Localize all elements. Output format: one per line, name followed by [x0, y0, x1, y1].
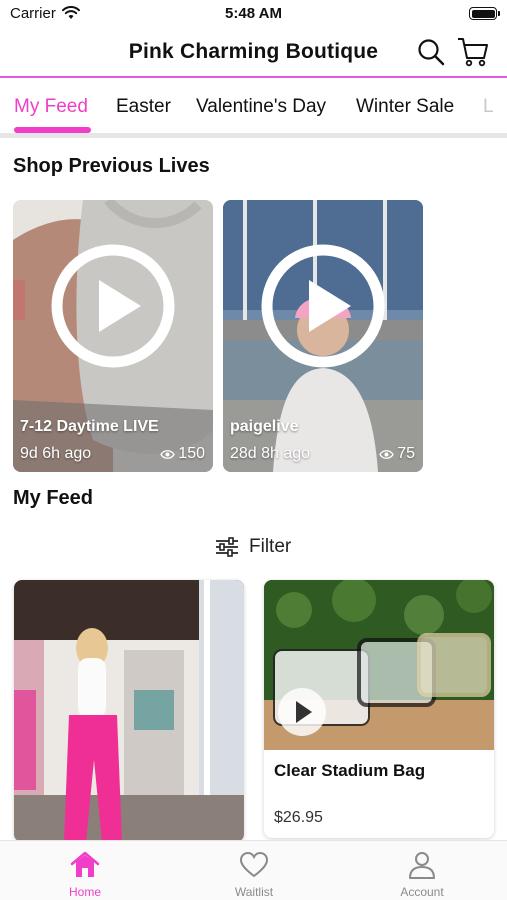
live-time-ago: 9d 6h ago: [20, 445, 92, 462]
live-time-ago: 28d 8h ago: [230, 445, 311, 462]
bottom-nav: Home Waitlist Account: [0, 840, 507, 900]
person-icon: [409, 852, 435, 879]
category-tabs: My Feed Easter Valentine's Day Winter Sa…: [0, 80, 507, 138]
nav-waitlist-label: Waitlist: [234, 885, 274, 899]
nav-home[interactable]: Home: [25, 841, 145, 900]
play-icon[interactable]: [261, 244, 385, 368]
cart-icon[interactable]: [456, 36, 490, 68]
live-views-count: 150: [178, 445, 205, 462]
nav-account[interactable]: Account: [362, 841, 482, 900]
status-time: 5:48 AM: [225, 5, 282, 22]
tab-my-feed[interactable]: My Feed: [14, 96, 88, 118]
filter-button[interactable]: Filter: [215, 534, 291, 560]
search-icon[interactable]: [417, 38, 445, 66]
active-tab-indicator: [14, 127, 91, 133]
live-views: 75: [379, 445, 415, 463]
live-card[interactable]: 7-12 Daytime LIVE 9d 6h ago 150: [13, 200, 213, 472]
live-views-count: 75: [397, 445, 415, 462]
heart-icon: [239, 851, 269, 878]
battery-icon: [469, 7, 500, 20]
product-name: Clear Stadium Bag: [274, 761, 426, 780]
video-play-icon[interactable]: [278, 688, 326, 736]
play-icon[interactable]: [51, 244, 175, 368]
previous-lives-heading: Shop Previous Lives: [13, 155, 210, 177]
nav-account-label: Account: [400, 885, 444, 899]
home-icon: [70, 851, 100, 877]
app-header: Pink Charming Boutique: [0, 28, 507, 78]
tab-easter[interactable]: Easter: [116, 96, 171, 118]
sliders-icon: [216, 537, 238, 557]
tab-overflow[interactable]: L: [483, 96, 494, 118]
live-title: paigelive: [230, 418, 299, 435]
nav-waitlist[interactable]: Waitlist: [194, 841, 314, 900]
nav-home-label: Home: [68, 885, 101, 899]
tab-valentines-day[interactable]: Valentine's Day: [196, 96, 326, 118]
product-price: $26.95: [274, 809, 323, 826]
eye-icon: [160, 449, 176, 459]
feed-card[interactable]: Clear Stadium Bag $26.95: [264, 580, 494, 838]
live-title: 7-12 Daytime LIVE: [20, 418, 159, 435]
my-feed-heading: My Feed: [13, 487, 94, 509]
eye-icon: [379, 449, 394, 459]
live-card[interactable]: paigelive 28d 8h ago 75: [223, 200, 423, 472]
feed-card[interactable]: [14, 580, 244, 842]
status-bar: Carrier 5:48 AM: [0, 0, 507, 28]
filter-label: Filter: [249, 536, 292, 557]
product-photo: [14, 580, 244, 842]
tab-winter-sale[interactable]: Winter Sale: [356, 96, 454, 118]
live-views: 150: [160, 445, 205, 463]
